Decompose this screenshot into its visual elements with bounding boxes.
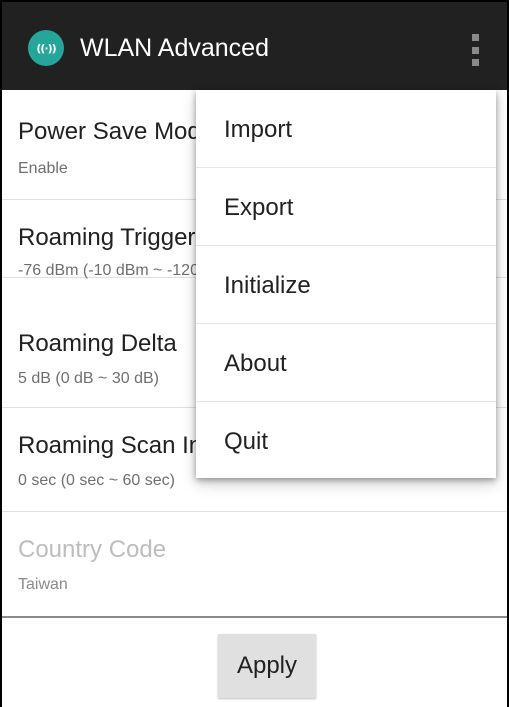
- app-title: WLAN Advanced: [80, 34, 269, 62]
- menu-item-import[interactable]: Import: [196, 90, 496, 168]
- menu-item-label: Initialize: [224, 272, 311, 299]
- overflow-dot: [471, 34, 479, 41]
- pref-summary: Taiwan: [18, 576, 68, 593]
- app-window: ((·)) WLAN Advanced Power Save Mode Enab…: [0, 0, 509, 707]
- pref-title: Roaming Delta: [18, 330, 177, 357]
- pref-title: Power Save Mode: [18, 118, 215, 145]
- menu-item-about[interactable]: About: [196, 324, 496, 402]
- overflow-menu: Import Export Initialize About Quit: [196, 90, 496, 478]
- pref-title: Country Code: [18, 536, 167, 563]
- pref-summary: Enable: [18, 160, 68, 177]
- more-options-icon[interactable]: [462, 30, 488, 70]
- menu-item-quit[interactable]: Quit: [196, 402, 496, 480]
- overflow-dot: [471, 59, 479, 66]
- menu-item-label: About: [224, 350, 287, 377]
- overflow-dot: [471, 46, 479, 54]
- menu-item-initialize[interactable]: Initialize: [196, 246, 496, 324]
- menu-item-label: Quit: [224, 428, 269, 455]
- apply-button[interactable]: Apply: [218, 634, 316, 698]
- pref-summary: 5 dB (0 dB ~ 30 dB): [18, 370, 159, 387]
- menu-item-export[interactable]: Export: [196, 168, 496, 246]
- pref-title: Roaming Trigger: [18, 224, 196, 251]
- pref-summary: 0 sec (0 sec ~ 60 sec): [18, 472, 175, 489]
- action-bar: ((·)) WLAN Advanced: [2, 2, 507, 90]
- wireless-signal-icon: ((·)): [28, 30, 64, 66]
- divider: [2, 616, 507, 618]
- menu-item-label: Import: [224, 116, 293, 143]
- menu-item-label: Export: [224, 194, 294, 221]
- pref-country-code: Country Code Taiwan: [2, 512, 507, 616]
